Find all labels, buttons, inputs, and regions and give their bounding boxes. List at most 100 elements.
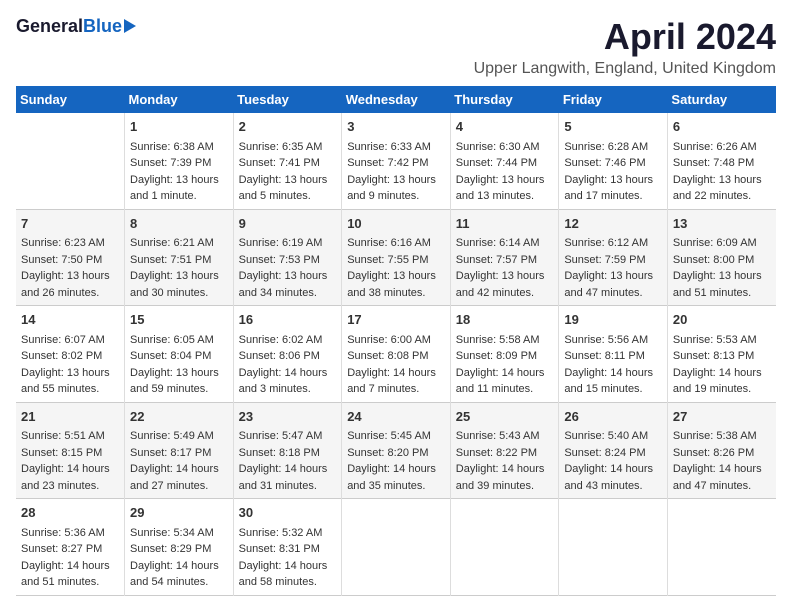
sunset-text: Sunset: 8:15 PM [21,447,102,459]
day-number: 11 [456,214,554,234]
calendar-cell [342,499,451,596]
sunset-text: Sunset: 8:00 PM [673,254,754,266]
calendar-cell: 8Sunrise: 6:21 AMSunset: 7:51 PMDaylight… [125,209,234,306]
sunset-text: Sunset: 7:46 PM [564,157,645,169]
calendar-cell [16,113,125,209]
day-number: 22 [130,407,228,427]
calendar-cell: 2Sunrise: 6:35 AMSunset: 7:41 PMDaylight… [233,113,342,209]
daylight-text: Daylight: 14 hours and 11 minutes. [456,367,545,396]
day-number: 26 [564,407,662,427]
calendar-cell: 28Sunrise: 5:36 AMSunset: 8:27 PMDayligh… [16,499,125,596]
sunset-text: Sunset: 7:39 PM [130,157,211,169]
calendar-cell: 6 Sunrise: 6:26 AM Sunset: 7:48 PM Daylight… [667,113,776,209]
sunset-text: Sunset: 8:06 PM [239,350,320,362]
sunrise-text: Sunrise: 5:49 AM [130,430,214,442]
calendar-cell: 10Sunrise: 6:16 AMSunset: 7:55 PMDayligh… [342,209,451,306]
sunset-text: Sunset: 7:42 PM [347,157,428,169]
sunrise-text: Sunrise: 5:36 AM [21,527,105,539]
logo-general: General [16,16,83,37]
sunset-text: Sunset: 7:41 PM [239,157,320,169]
calendar-cell: 23Sunrise: 5:47 AMSunset: 8:18 PMDayligh… [233,402,342,499]
day-number: 16 [239,310,337,330]
sunset-text: Sunset: 8:31 PM [239,543,320,555]
sunrise-text: Sunrise: 5:56 AM [564,334,648,346]
day-number: 13 [673,214,771,234]
day-number: 15 [130,310,228,330]
day-number: 9 [239,214,337,234]
daylight-text: Daylight: 14 hours and 54 minutes. [130,560,219,589]
daylight-text: Daylight: 13 hours and 9 minutes. [347,174,436,203]
daylight-text: Daylight: 13 hours and 51 minutes. [673,270,762,299]
calendar-cell: 21Sunrise: 5:51 AMSunset: 8:15 PMDayligh… [16,402,125,499]
daylight-text: Daylight: 14 hours and 58 minutes. [239,560,328,589]
calendar-cell: 12Sunrise: 6:12 AMSunset: 7:59 PMDayligh… [559,209,668,306]
sunset-text: Sunset: 7:48 PM [673,157,754,169]
day-number: 14 [21,310,119,330]
daylight-text: Daylight: 13 hours and 55 minutes. [21,367,110,396]
sunrise-text: Sunrise: 6:19 AM [239,237,323,249]
sunrise-text: Sunrise: 6:07 AM [21,334,105,346]
sunrise-text: Sunrise: 6:16 AM [347,237,431,249]
calendar-cell: 22Sunrise: 5:49 AMSunset: 8:17 PMDayligh… [125,402,234,499]
daylight-text: Daylight: 14 hours and 47 minutes. [673,463,762,492]
calendar-header-thursday: Thursday [450,86,559,113]
calendar-cell: 27 Sunrise: 5:38 AM Sunset: 8:26 PM Dayligh… [667,402,776,499]
location-title: Upper Langwith, England, United Kingdom [474,60,776,78]
sunrise-text: Sunrise: 5:58 AM [456,334,540,346]
sunrise-text: Sunrise: 5:38 AM [673,430,757,442]
day-number: 27 [673,407,771,427]
calendar-cell: 20Sunrise: 5:53 AMSunset: 8:13 PMDayligh… [667,306,776,403]
calendar-cell: 13 Sunrise: 6:09 AM Sunset: 8:00 PM Dayligh… [667,209,776,306]
logo: GeneralBlue [16,16,136,37]
day-number: 17 [347,310,445,330]
daylight-text: Daylight: 13 hours and 22 minutes. [673,174,762,203]
calendar-header-sunday: Sunday [16,86,125,113]
sunset-text: Sunset: 8:17 PM [130,447,211,459]
calendar-cell [559,499,668,596]
day-number: 19 [564,310,662,330]
sunset-text: Sunset: 8:02 PM [21,350,102,362]
day-number: 30 [239,503,337,523]
calendar-cell: 25Sunrise: 5:43 AMSunset: 8:22 PMDayligh… [450,402,559,499]
sunset-text: Sunset: 8:26 PM [673,447,754,459]
page-header: GeneralBlue April 2024 Upper Langwith, E… [16,16,776,78]
calendar-cell: 9Sunrise: 6:19 AMSunset: 7:53 PMDaylight… [233,209,342,306]
daylight-text: Daylight: 13 hours and 26 minutes. [21,270,110,299]
sunset-text: Sunset: 8:22 PM [456,447,537,459]
day-number: 18 [456,310,554,330]
day-number: 6 [673,117,771,137]
calendar-cell: 7Sunrise: 6:23 AMSunset: 7:50 PMDaylight… [16,209,125,306]
sunrise-text: Sunrise: 6:09 AM [673,237,757,249]
day-number: 4 [456,117,554,137]
sunrise-text: Sunrise: 6:23 AM [21,237,105,249]
sunset-text: Sunset: 7:51 PM [130,254,211,266]
sunset-text: Sunset: 8:29 PM [130,543,211,555]
daylight-text: Daylight: 13 hours and 59 minutes. [130,367,219,396]
calendar-cell: 24Sunrise: 5:45 AMSunset: 8:20 PMDayligh… [342,402,451,499]
day-number: 29 [130,503,228,523]
sunset-text: Sunset: 7:53 PM [239,254,320,266]
calendar-cell [667,499,776,596]
sunrise-text: Sunrise: 6:05 AM [130,334,214,346]
sunrise-text: Sunrise: 6:33 AM [347,141,431,153]
sunrise-text: Sunrise: 5:34 AM [130,527,214,539]
daylight-text: Daylight: 13 hours and 13 minutes. [456,174,545,203]
daylight-text: Daylight: 14 hours and 15 minutes. [564,367,653,396]
sunrise-text: Sunrise: 6:28 AM [564,141,648,153]
daylight-text: Daylight: 13 hours and 42 minutes. [456,270,545,299]
sunrise-text: Sunrise: 6:26 AM [673,141,757,153]
sunrise-text: Sunrise: 5:45 AM [347,430,431,442]
daylight-text: Daylight: 14 hours and 43 minutes. [564,463,653,492]
sunrise-text: Sunrise: 5:40 AM [564,430,648,442]
sunset-text: Sunset: 8:13 PM [673,350,754,362]
calendar-cell: 16Sunrise: 6:02 AMSunset: 8:06 PMDayligh… [233,306,342,403]
calendar-cell: 14 Sunrise: 6:07 AM Sunset: 8:02 PM Dayligh… [16,306,125,403]
day-number: 5 [564,117,662,137]
day-number: 2 [239,117,337,137]
sunset-text: Sunset: 8:04 PM [130,350,211,362]
calendar-table: SundayMondayTuesdayWednesdayThursdayFrid… [16,86,776,596]
day-number: 3 [347,117,445,137]
calendar-header-tuesday: Tuesday [233,86,342,113]
calendar-header-saturday: Saturday [667,86,776,113]
daylight-text: Daylight: 14 hours and 7 minutes. [347,367,436,396]
